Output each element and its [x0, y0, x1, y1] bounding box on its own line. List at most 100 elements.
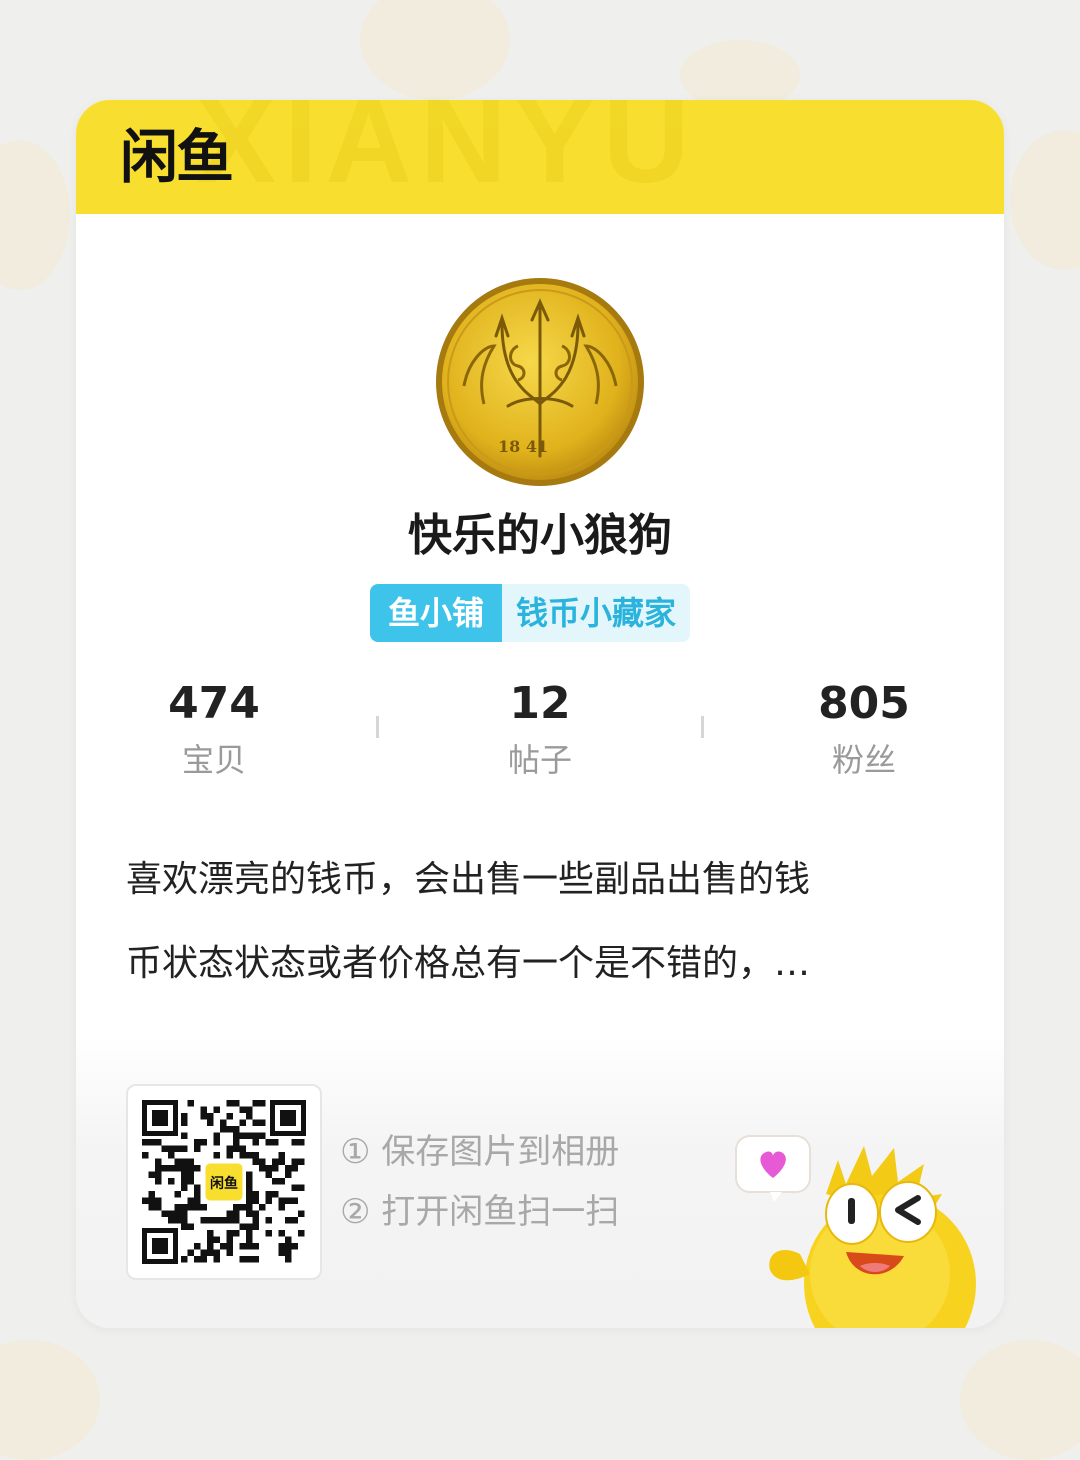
qr-module [187, 1223, 194, 1230]
shop-tag[interactable]: 鱼小铺 [370, 584, 503, 642]
qr-module [194, 1204, 201, 1211]
qr-module [252, 1197, 259, 1204]
qr-module [265, 1191, 272, 1198]
qr-module [181, 1223, 188, 1230]
qr-module [278, 1197, 285, 1204]
qr-module [265, 1230, 272, 1237]
qr-module [161, 1210, 168, 1217]
avatar[interactable]: 18 41 [434, 276, 646, 488]
qr-module [226, 1152, 233, 1159]
coin-year: 18 41 [498, 437, 548, 456]
qr-module [246, 1223, 253, 1230]
qr-module [174, 1158, 181, 1165]
qr-module [291, 1158, 298, 1165]
qr-module [155, 1139, 162, 1146]
qr-module [252, 1132, 259, 1139]
qr-module [148, 1191, 155, 1198]
qr-module [239, 1119, 246, 1126]
bio-text: 喜欢漂亮的钱币，会出售一些副品出售的钱 币状态状态或者价格总有一个是不错的，… [126, 838, 956, 1006]
qr-module [265, 1171, 272, 1178]
qr-module [291, 1165, 298, 1172]
stat-label: 宝贝 [181, 741, 246, 779]
qr-module [226, 1236, 233, 1243]
qr-module [278, 1158, 285, 1165]
qr-module [181, 1158, 188, 1165]
qr-module [246, 1236, 253, 1243]
qr-module [155, 1165, 162, 1172]
qr-module [246, 1171, 253, 1178]
qr-module [194, 1191, 201, 1198]
qr-module [246, 1191, 253, 1198]
qr-module [246, 1204, 253, 1211]
step-save: ① 保存图片到相册 [340, 1132, 620, 1172]
qr-module [226, 1243, 233, 1250]
qr-module [298, 1210, 305, 1217]
qr-module [168, 1178, 175, 1185]
qr-module [200, 1204, 207, 1211]
stat-value: 805 [818, 678, 910, 729]
qr-module [226, 1217, 233, 1224]
qr-module [272, 1165, 279, 1172]
stat-posts[interactable]: 12 帖子 [440, 676, 640, 784]
qr-module [278, 1243, 285, 1250]
qr-module [226, 1249, 233, 1256]
qr-module [246, 1243, 253, 1250]
stats-row: 474 宝贝 12 帖子 805 粉丝 [76, 676, 1004, 786]
qr-module [285, 1249, 292, 1256]
qr-module [239, 1145, 246, 1152]
qr-module [252, 1217, 259, 1224]
qr-module [272, 1139, 279, 1146]
qr-module [233, 1145, 240, 1152]
scan-instructions: ① 保存图片到相册 ② 打开闲鱼扫一扫 [340, 1122, 619, 1242]
qr-module [194, 1165, 201, 1172]
qr-module [207, 1230, 214, 1237]
qr-module [252, 1191, 259, 1198]
qr-module [181, 1165, 188, 1172]
qr-module [161, 1145, 168, 1152]
qr-module [207, 1113, 214, 1120]
qr-module [252, 1256, 259, 1263]
qr-module [298, 1184, 305, 1191]
qr-module [168, 1210, 175, 1217]
stat-fans[interactable]: 805 粉丝 [764, 676, 964, 784]
qr-module [142, 1152, 149, 1159]
qr-module [213, 1249, 220, 1256]
qr-code-icon: 闲鱼 [142, 1100, 306, 1264]
qr-module [194, 1145, 201, 1152]
qr-module [168, 1152, 175, 1159]
qr-module [285, 1197, 292, 1204]
qr-module [246, 1178, 253, 1185]
qr-module [298, 1158, 305, 1165]
qr-module [246, 1113, 253, 1120]
qr-module [213, 1236, 220, 1243]
qr-module [142, 1197, 149, 1204]
qr-module [272, 1158, 279, 1165]
qr-footer: 闲鱼 ① 保存图片到相册 ② 打开闲鱼扫一扫 [76, 1034, 1004, 1328]
qr-module [187, 1178, 194, 1185]
qr-module [246, 1197, 253, 1204]
profile-tags: 鱼小铺 钱币小藏家 [370, 584, 691, 642]
qr-module [187, 1165, 194, 1172]
qr-module [246, 1132, 253, 1139]
qr-module [233, 1100, 240, 1107]
bio-line: 币状态状态或者价格总有一个是不错的，… [126, 943, 811, 984]
background-mascot-face [1010, 130, 1080, 270]
qr-module [187, 1204, 194, 1211]
qr-module [181, 1171, 188, 1178]
qr-module [278, 1178, 285, 1185]
qr-module [200, 1139, 207, 1146]
qr-module [259, 1100, 266, 1107]
qr-code[interactable]: 闲鱼 [126, 1084, 322, 1280]
qr-module [252, 1119, 259, 1126]
qr-module [142, 1139, 149, 1146]
qr-module [155, 1171, 162, 1178]
qr-module [220, 1243, 227, 1250]
qr-module [285, 1217, 292, 1224]
stat-label: 粉丝 [831, 741, 896, 779]
qr-module [259, 1165, 266, 1172]
qr-module [246, 1210, 253, 1217]
profile-share-card: XIANYU 闲鱼 18 41 快乐的小狼狗 鱼小铺 钱币小藏家 474 宝贝 … [76, 100, 1004, 1328]
qr-module [213, 1217, 220, 1224]
stat-items[interactable]: 474 宝贝 [114, 676, 314, 784]
qr-module [200, 1217, 207, 1224]
